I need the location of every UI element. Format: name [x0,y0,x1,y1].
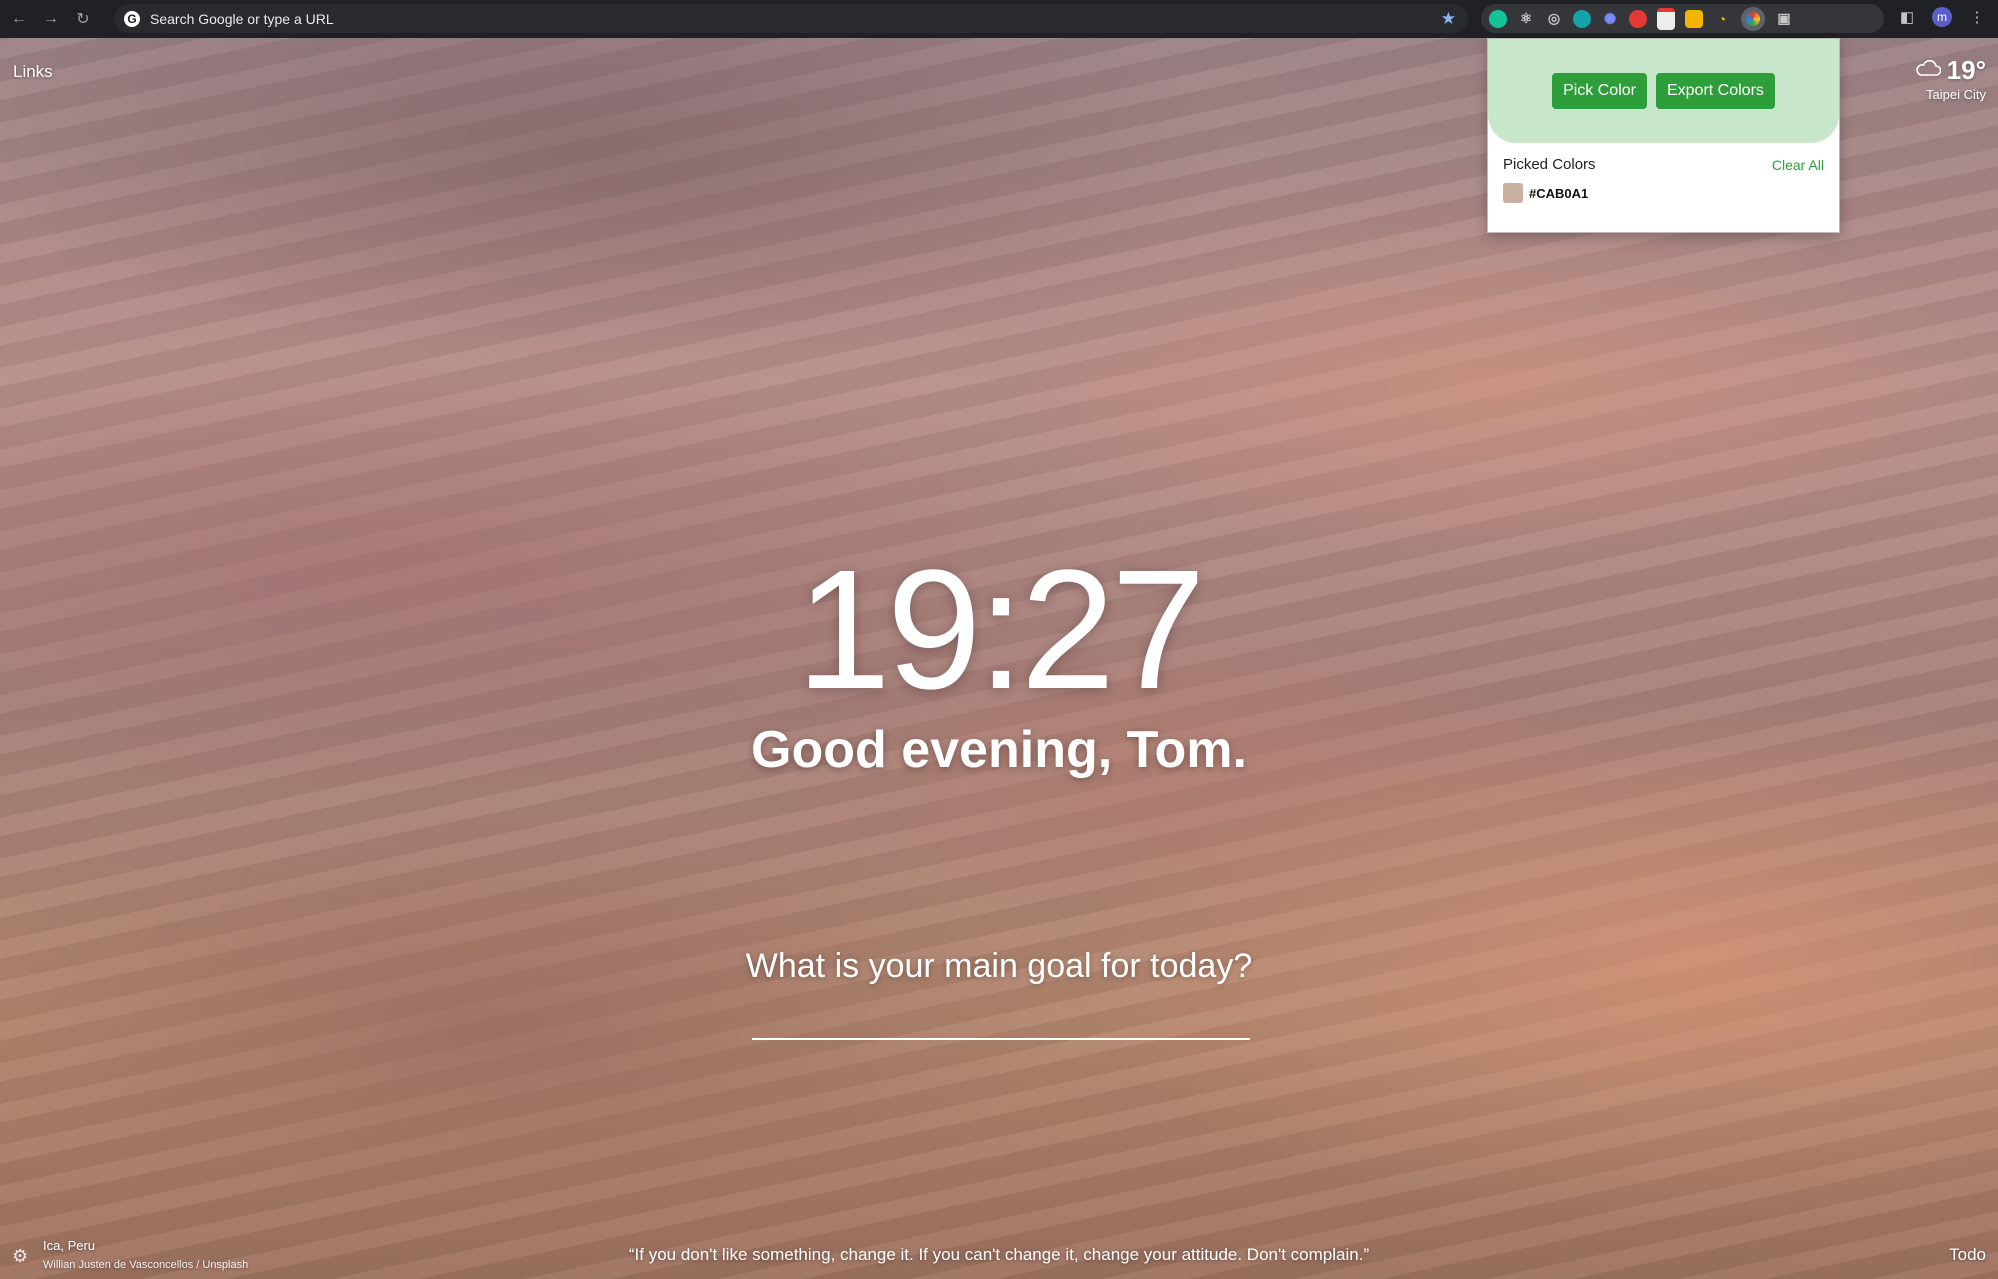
omnibox[interactable]: G Search Google or type a URL ★ [114,4,1468,33]
extensions-bar: ⚛ ◎ ✺ ◔ ▣ [1481,4,1884,33]
red-extension-icon[interactable] [1629,9,1647,28]
browser-toolbar: ← → ↻ G Search Google or type a URL ★ ⚛ … [0,0,1998,38]
todo-button[interactable]: Todo [1949,1245,1986,1265]
weather-city: Taipei City [1926,87,1986,102]
links-button[interactable]: Links [13,62,53,82]
toolbar-right-icons: ◧ m ⋮ [1896,6,1988,28]
main-goal-question: What is your main goal for today? [745,947,1253,985]
reload-icon: ↻ [76,11,90,28]
bookmark-star-icon[interactable]: ★ [1441,9,1456,29]
color-picker-extension-icon[interactable] [1741,6,1765,31]
export-colors-button[interactable]: Export Colors [1655,73,1775,109]
arrow-left-icon: ← [11,10,27,27]
m-extension-icon[interactable] [1573,9,1591,28]
color-hex-code: #CAB0A1 [1529,185,1589,201]
daily-quote: “If you don't like something, change it.… [628,1245,1370,1264]
main-goal-input[interactable] [752,990,1250,1040]
color-picker-popup: Pick Color Export Colors Picked Colors C… [1487,38,1840,233]
color-swatch [1503,183,1523,203]
arrow-right-icon: → [43,10,59,27]
popup-header: Pick Color Export Colors [1488,39,1839,143]
weather-widget[interactable]: 19° Taipei City [1915,55,1986,102]
clock: 19:27 [796,535,1205,725]
greeting: Good evening, Tom. [751,721,1247,779]
yellow-extension-icon[interactable] [1685,9,1703,28]
cloud-icon [1915,59,1941,82]
back-button[interactable]: ← [6,6,32,32]
picked-colors-title: Picked Colors [1503,156,1596,173]
calendar-extension-icon[interactable] [1657,7,1675,30]
picked-color-item[interactable]: #CAB0A1 [1488,173,1839,213]
target-extension-icon[interactable]: ◎ [1545,10,1563,28]
temperature: 19° [1946,55,1986,85]
grammarly-extension-icon[interactable] [1489,9,1507,28]
clear-all-button[interactable]: Clear All [1772,157,1824,173]
google-icon: G [124,10,140,27]
menu-kebab-icon[interactable]: ⋮ [1966,6,1988,28]
side-panel-icon[interactable]: ◧ [1896,6,1918,28]
rss-extension-icon[interactable]: ◔ [1713,10,1731,28]
color-wheel-icon [1746,11,1760,26]
reload-button[interactable]: ↻ [70,6,96,32]
puzzle-extensions-icon[interactable]: ▣ [1775,10,1793,28]
profile-avatar[interactable]: m [1932,7,1952,27]
react-devtools-extension-icon[interactable]: ⚛ [1517,10,1535,28]
omnibox-placeholder: Search Google or type a URL [150,10,334,27]
gear-blue-extension-icon[interactable]: ✺ [1601,10,1619,28]
pick-color-button[interactable]: Pick Color [1552,73,1647,109]
forward-button[interactable]: → [38,6,64,32]
